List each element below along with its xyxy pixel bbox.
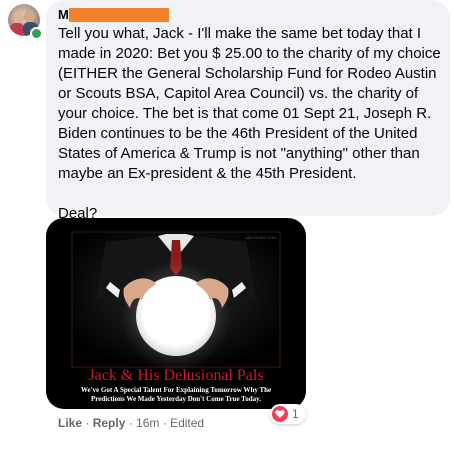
meme-image[interactable]: MOTIFAKE.COM Jack & His Delusional Pals … bbox=[46, 218, 306, 409]
comment-bubble: M Tell you what, Jack - I'll make the sa… bbox=[46, 0, 450, 222]
reply-button[interactable]: Reply bbox=[93, 416, 126, 430]
meme-title: Jack & His Delusional Pals bbox=[88, 367, 264, 384]
online-status-dot bbox=[30, 27, 43, 40]
separator: · bbox=[159, 416, 171, 430]
edited-label[interactable]: Edited bbox=[170, 416, 204, 430]
reaction-summary[interactable]: 1 bbox=[270, 404, 306, 424]
like-button[interactable]: Like bbox=[58, 416, 82, 430]
heart-icon bbox=[272, 406, 288, 422]
redaction-bar bbox=[69, 8, 169, 22]
comment-actions: Like · Reply · 16m · Edited bbox=[58, 415, 204, 431]
reaction-count: 1 bbox=[292, 407, 299, 421]
meme-watermark: MOTIFAKE.COM bbox=[246, 235, 277, 240]
separator: · bbox=[125, 416, 137, 430]
separator: · bbox=[82, 416, 93, 430]
author-name[interactable]: M bbox=[58, 7, 69, 23]
meme-caption: We've Got A Special Talent For Explainin… bbox=[80, 386, 272, 403]
comment-timestamp[interactable]: 16m bbox=[136, 416, 159, 430]
comment-text: Tell you what, Jack - I'll make the same… bbox=[58, 25, 441, 222]
